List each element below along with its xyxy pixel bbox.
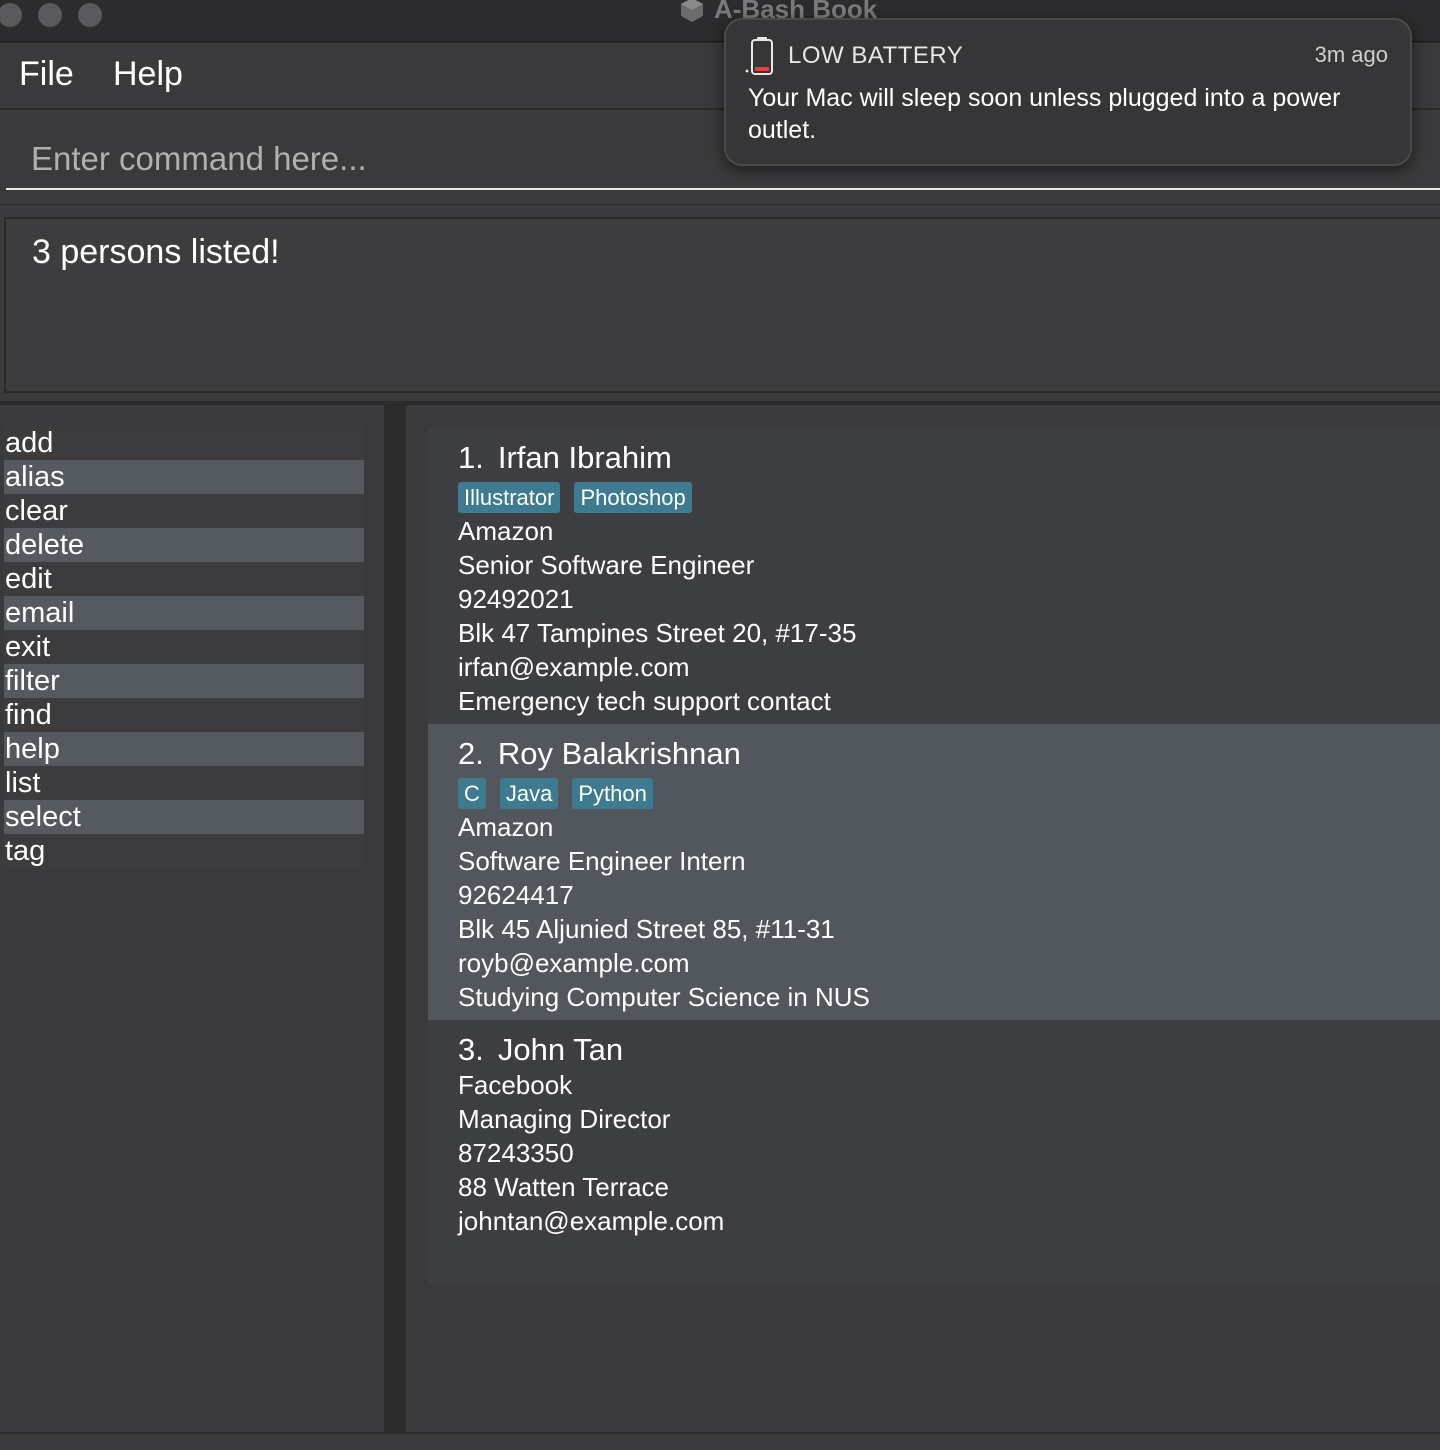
person-position: Managing Director [458,1104,671,1134]
person-phone: 87243350 [458,1138,574,1168]
person-name: Irfan Ibrahim [497,440,672,475]
person-address: Blk 45 Aljunied Street 85, #11-31 [458,914,835,944]
person-address: 88 Watten Terrace [458,1172,669,1202]
person-address: Blk 47 Tampines Street 20, #17-35 [458,618,857,648]
app-logo-icon [681,0,703,22]
person-email: irfan@example.com [458,652,690,682]
person-index: 3. [458,1032,484,1067]
status-bar [0,1432,1440,1450]
command-list-item[interactable]: alias [4,460,364,494]
person-index: 1. [458,440,484,475]
command-list-item[interactable]: edit [4,562,364,596]
command-list-item[interactable]: select [4,800,364,834]
notification-time: 3m ago [1314,42,1388,67]
command-list-item[interactable]: clear [4,494,364,528]
person-remark: Studying Computer Science in NUS [458,982,870,1012]
minimize-window-button[interactable] [38,3,62,27]
tag-badge: Python [572,777,653,809]
person-card[interactable]: 3. John Tan Facebook Managing Director 87243… [428,1020,1440,1284]
person-position: Software Engineer Intern [458,846,746,876]
person-position: Senior Software Engineer [458,550,755,580]
tag-badge: Illustrator [458,481,561,513]
person-tags: Illustrator Photoshop [458,480,1440,514]
zoom-window-button[interactable] [78,3,102,27]
command-list[interactable]: add alias clear delete edit email exit filter fi… [4,426,364,868]
result-display[interactable]: 3 persons listed! [4,217,1440,393]
command-list-item[interactable]: add [4,426,364,460]
result-display-area: 3 persons listed! [0,205,1440,401]
command-list-item[interactable]: help [4,732,364,766]
person-email: johntan@example.com [458,1206,725,1236]
person-index: 2. [458,736,484,771]
person-list-panel: 1. Irfan Ibrahim Illustrator Photoshop Amazo… [404,405,1440,1432]
notification-title: LOW BATTERY [788,42,964,69]
notification-banner[interactable]: LOW BATTERY 3m ago Your Mac will sleep s… [724,18,1412,166]
notification-body: Your Mac will sleep soon unless plugged … [748,84,1341,144]
result-message: 3 persons listed! [32,233,280,271]
command-list-item[interactable]: email [4,596,364,630]
person-company: Facebook [458,1070,573,1100]
person-name: John Tan [497,1032,624,1067]
menu-file[interactable]: File [19,55,74,94]
person-name-row: 2. Roy Balakrishnan [458,736,1440,772]
person-tags: C Java Python [458,776,1440,810]
person-company: Amazon [458,516,554,546]
menu-help[interactable]: Help [113,55,183,94]
tag-badge: Photoshop [574,481,692,513]
battery-low-icon [745,37,773,75]
person-name-row: 1. Irfan Ibrahim [458,440,1440,476]
person-phone: 92624417 [458,880,574,910]
command-list-item[interactable]: filter [4,664,364,698]
close-window-button[interactable] [0,3,22,27]
command-list-item[interactable]: tag [4,834,364,868]
person-remark: Emergency tech support contact [458,686,831,716]
person-company: Amazon [458,812,554,842]
person-name: Roy Balakrishnan [497,736,741,771]
person-card[interactable]: 2. Roy Balakrishnan C Java Python Amazon Softw… [428,724,1440,1020]
person-card[interactable]: 1. Irfan Ibrahim Illustrator Photoshop Amazo… [428,428,1440,724]
command-list-item[interactable]: find [4,698,364,732]
command-list-item[interactable]: exit [4,630,364,664]
person-list[interactable]: 1. Irfan Ibrahim Illustrator Photoshop Amazo… [428,428,1440,1284]
tag-badge: C [458,777,486,809]
command-list-item[interactable]: list [4,766,364,800]
person-name-row: 3. John Tan [458,1032,1440,1068]
tag-badge: Java [499,777,559,809]
person-phone: 92492021 [458,584,574,614]
command-list-panel: add alias clear delete edit email exit filter fi… [0,405,386,1432]
command-list-item[interactable]: delete [4,528,364,562]
person-email: royb@example.com [458,948,690,978]
